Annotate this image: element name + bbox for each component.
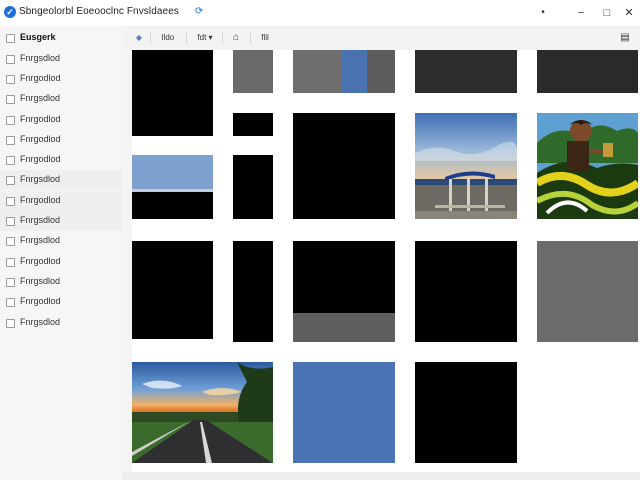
toolbar-button[interactable]: flil: [255, 30, 275, 46]
sidebar-item[interactable]: Fnrgodlod: [0, 252, 122, 272]
sidebar-item-label: Fnrgsdlod: [20, 174, 61, 184]
toolbar-divider: [250, 32, 251, 44]
sidebar-item[interactable]: Fnrgsdlod: [0, 272, 122, 292]
thumb-sky-black[interactable]: [132, 155, 213, 219]
sync-icon[interactable]: ⟳: [195, 6, 205, 18]
checkbox-icon[interactable]: [6, 55, 15, 64]
checkbox-icon[interactable]: [6, 298, 15, 307]
sidebar-item-label: Fnrgsdlod: [20, 93, 61, 103]
window-title: Sbngeolorbl Eoeooclnc Fnvsldaees: [19, 6, 179, 17]
sidebar-item-label: Fnrgsdlod: [20, 215, 61, 225]
thumb-black[interactable]: [132, 50, 213, 136]
sidebar-item[interactable]: Fnrgsdlod: [0, 89, 122, 109]
thumb-dark[interactable]: [415, 50, 517, 93]
checkbox-icon[interactable]: [6, 278, 15, 287]
more-options-button[interactable]: •: [528, 0, 558, 26]
thumb-black-gray[interactable]: [293, 241, 395, 342]
thumb-black[interactable]: [415, 362, 517, 463]
toolbar-divider: [186, 32, 187, 44]
sidebar-item-label: Fnrgodlod: [20, 134, 61, 144]
thumb-gray[interactable]: [233, 50, 273, 93]
sidebar-item-label: Fnrgsdlod: [20, 276, 61, 286]
thumb-black[interactable]: [233, 155, 273, 219]
thumb-illustration[interactable]: [537, 113, 638, 219]
checkbox-icon[interactable]: [6, 237, 15, 246]
thumb-blue[interactable]: [293, 362, 395, 463]
sidebar-item-label: Fnrgsdlod: [20, 235, 61, 245]
checkbox-icon[interactable]: [6, 75, 15, 84]
checkbox-icon[interactable]: [6, 197, 15, 206]
thumb-gray-blue[interactable]: [293, 50, 395, 93]
sidebar-item-header[interactable]: Eusgerk: [0, 28, 122, 48]
sidebar-item[interactable]: Fnrgsdlod: [0, 231, 122, 251]
thumb-black[interactable]: [293, 113, 395, 219]
sidebar-item-label: Fnrgsdlod: [20, 53, 61, 63]
sidebar: Eusgerk Fnrgsdlod Fnrgodlod Fnrgsdlod Fn…: [0, 26, 122, 480]
thumb-black[interactable]: [233, 241, 273, 342]
checkbox-icon[interactable]: [6, 95, 15, 104]
toolbar-divider: [150, 32, 151, 44]
sidebar-item-label: Eusgerk: [20, 32, 56, 42]
sidebar-item[interactable]: Fnrgodlod: [0, 69, 122, 89]
sidebar-item-label: Fnrgodlod: [20, 296, 61, 306]
sidebar-item-label: Fnrgodlod: [20, 256, 61, 266]
checkbox-icon[interactable]: [6, 258, 15, 267]
status-bar: [122, 472, 640, 480]
sidebar-item[interactable]: Fnrgsdlod: [0, 49, 122, 69]
sidebar-item[interactable]: Fnrgodlod: [0, 110, 122, 130]
thumb-black[interactable]: [132, 241, 213, 339]
photo-viewer-window: ✓ Sbngeolorbl Eoeooclnc Fnvsldaees ⟳ • −…: [0, 0, 640, 480]
sidebar-item[interactable]: Fnrgodlod: [0, 191, 122, 211]
thumb-black[interactable]: [415, 241, 517, 342]
checkbox-icon[interactable]: [6, 136, 15, 145]
sidebar-item[interactable]: Fnrgsdlod: [0, 170, 122, 190]
nav-icon[interactable]: ◆: [132, 30, 146, 46]
sidebar-item-label: Fnrgsdlod: [20, 317, 61, 327]
toolbar-dropdown[interactable]: fdt ▾: [192, 30, 218, 46]
checkbox-icon[interactable]: [6, 319, 15, 328]
thumb-gray[interactable]: [537, 241, 638, 342]
checkbox-icon[interactable]: [6, 217, 15, 226]
app-logo-icon: ✓: [4, 6, 16, 18]
thumb-coast-shelter[interactable]: [415, 113, 517, 219]
sidebar-item-label: Fnrgodlod: [20, 154, 61, 164]
checkbox-icon[interactable]: [6, 34, 15, 43]
sidebar-item[interactable]: Fnrgodlod: [0, 150, 122, 170]
sidebar-item[interactable]: Fnrgodlod: [0, 292, 122, 312]
title-bar: ✓ Sbngeolorbl Eoeooclnc Fnvsldaees ⟳ • −…: [0, 0, 640, 26]
thumb-black[interactable]: [233, 113, 273, 136]
thumb-dark[interactable]: [537, 50, 638, 93]
toolbar-divider: [222, 32, 223, 44]
sidebar-item-label: Fnrgodlod: [20, 195, 61, 205]
toolbar: ◆ lldo fdt ▾ ⌂ flil ▤: [122, 26, 640, 50]
view-toggle-icon[interactable]: ▤: [618, 30, 632, 46]
sidebar-item-label: Fnrgodlod: [20, 73, 61, 83]
sidebar-item[interactable]: Fnrgodlod: [0, 130, 122, 150]
sidebar-item[interactable]: Fnrgsdlod: [0, 313, 122, 333]
toolbar-button[interactable]: lldo: [156, 30, 180, 46]
image-icon[interactable]: ⌂: [228, 30, 244, 46]
checkbox-icon[interactable]: [6, 176, 15, 185]
thumb-road-sunset[interactable]: [132, 362, 273, 463]
sidebar-item[interactable]: Fnrgsdlod: [0, 211, 122, 231]
sidebar-item-label: Fnrgodlod: [20, 114, 61, 124]
close-button[interactable]: ✕: [614, 0, 640, 26]
checkbox-icon[interactable]: [6, 116, 15, 125]
grid-gutter: [122, 50, 132, 472]
checkbox-icon[interactable]: [6, 156, 15, 165]
